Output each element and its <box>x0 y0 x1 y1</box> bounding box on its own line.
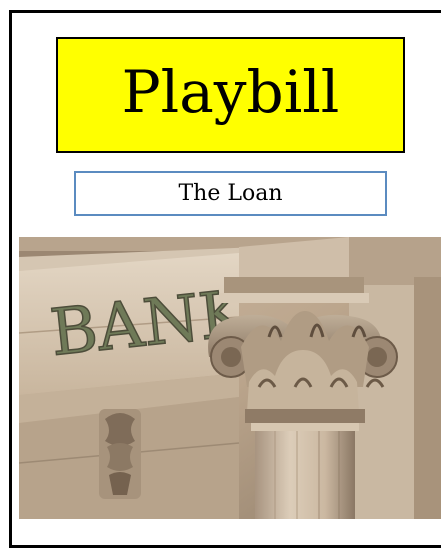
subtitle-box: The Loan <box>74 171 387 216</box>
corbel-ornament <box>99 409 141 499</box>
column-shaft <box>255 431 355 519</box>
playbill-title: Playbill <box>121 58 340 126</box>
title-banner: Playbill <box>56 37 405 153</box>
show-title: The Loan <box>178 181 283 206</box>
bank-facade-photo: BANK <box>19 237 441 519</box>
playbill-page: Playbill The Loan BANK <box>0 0 441 556</box>
